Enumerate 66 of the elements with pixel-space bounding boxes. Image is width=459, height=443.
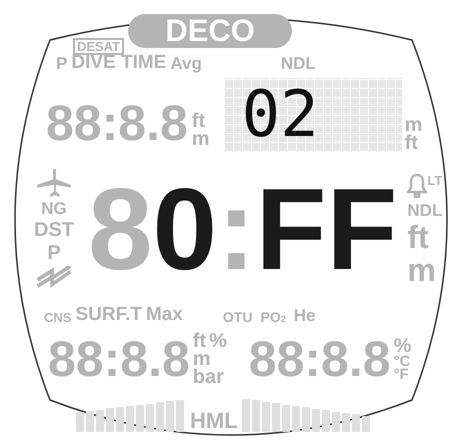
- unit-label: m: [404, 116, 422, 134]
- hml-label: HML: [190, 410, 238, 432]
- airplane-icon: [37, 168, 71, 196]
- unit-label: ft: [192, 332, 206, 350]
- bar-segment: [312, 408, 320, 432]
- display-label: OTU: [222, 310, 252, 324]
- bar-segment: [292, 406, 300, 432]
- indicator-label: m: [407, 256, 436, 284]
- digit-readout: 88:8.8: [46, 98, 188, 148]
- display-label: Avg: [170, 55, 202, 72]
- display-label: P: [56, 55, 68, 72]
- bar-segment: [282, 404, 290, 432]
- display-label: CNS: [44, 311, 72, 324]
- indicator-label: ft: [407, 222, 429, 252]
- digit-readout: 88:8.8: [248, 334, 391, 384]
- main-digit: 0: [152, 171, 218, 287]
- indicator-label: P: [47, 242, 61, 262]
- zigzag-icon: [37, 266, 71, 290]
- unit-label: bar: [192, 368, 224, 386]
- display-label: NDL: [280, 55, 316, 72]
- main-digit: :: [217, 171, 256, 287]
- bar-segment: [342, 413, 350, 432]
- bar-segment: [242, 399, 250, 432]
- bar-segment: [352, 414, 360, 432]
- bar-segment: [116, 407, 124, 432]
- bar-segment: [362, 416, 370, 432]
- bar-segment: [252, 400, 260, 432]
- indicator-label: DST: [34, 220, 74, 240]
- bar-segment: [166, 401, 174, 432]
- display-label: DIVE TIME: [71, 53, 166, 72]
- bell-icon: [407, 174, 428, 198]
- deco-indicator: DECO: [128, 14, 292, 48]
- bar-segment: [96, 410, 104, 432]
- unit-label: ft: [404, 134, 419, 152]
- bar-segment: [146, 404, 154, 432]
- bar-segment: [322, 410, 330, 432]
- unit-label: %: [209, 332, 227, 350]
- unit-label: m: [192, 130, 210, 148]
- matrix-digits: 02: [242, 83, 319, 147]
- indicator-label: NDL: [407, 202, 442, 219]
- digit-readout: 88:8.8: [48, 334, 190, 384]
- display-label: SURF.T: [75, 305, 142, 324]
- bar-segment: [332, 412, 340, 432]
- bar-segment: [136, 404, 144, 432]
- bar-segment: [262, 402, 270, 432]
- unit-label: m: [192, 350, 211, 368]
- unit-label: °C: [394, 354, 412, 368]
- unit-label: °F: [394, 368, 409, 382]
- display-label: He: [294, 307, 316, 324]
- indicator-label: LT: [427, 174, 442, 187]
- display-label: Max: [146, 305, 183, 324]
- bar-segment: [156, 402, 164, 432]
- bar-segment: [302, 407, 310, 432]
- main-digit: 8: [88, 171, 153, 287]
- bar-segment: [106, 408, 114, 432]
- bar-segment: [176, 400, 184, 432]
- bar-segment: [126, 406, 134, 432]
- bar-segment: [272, 403, 280, 432]
- unit-label: ft: [192, 112, 206, 130]
- main-digit: F: [326, 171, 398, 287]
- bar-segment: [86, 410, 94, 432]
- main-digit: F: [256, 171, 327, 287]
- status-label: DESAT: [73, 38, 124, 55]
- bar-segment: [76, 412, 84, 432]
- indicator-label: NG: [41, 200, 67, 216]
- unit-label: %: [394, 336, 412, 354]
